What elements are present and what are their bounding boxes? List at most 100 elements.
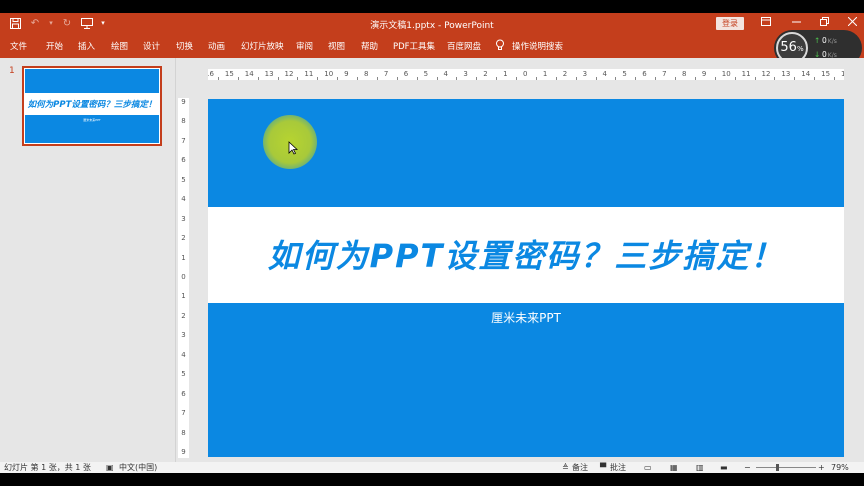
tab-transitions[interactable]: 切换	[176, 40, 193, 52]
ruler-tick-label: 13	[264, 70, 274, 78]
slide-thumbnail[interactable]: 如何为PPT设置密码？三步搞定！ 厘米未来PPT	[22, 66, 162, 146]
thumbnail-number: 1	[9, 66, 15, 76]
ruler-tick-label: 5	[622, 70, 627, 78]
ruler-tick-label: 2	[483, 70, 488, 78]
ruler-tick-mark	[754, 77, 756, 80]
ruler-tick-mark	[714, 77, 716, 80]
tab-help[interactable]: 帮助	[361, 40, 378, 52]
ruler-tick-label: 2	[181, 311, 186, 320]
ruler-tick-label: 3	[181, 214, 186, 223]
ruler-tick-label: 9	[181, 448, 186, 456]
language-indicator[interactable]: 中文(中国)	[119, 462, 157, 473]
ruler-tick-mark	[675, 77, 677, 80]
ruler-tick-label: 0	[523, 70, 528, 78]
slide-title[interactable]: 如何为PPT设置密码？三步搞定！	[208, 231, 844, 277]
ruler-tick-label: 12	[284, 70, 294, 78]
ruler-tick-mark	[416, 77, 418, 80]
normal-view-icon[interactable]: ▭	[644, 462, 652, 473]
horizontal-ruler[interactable]: 1615141312111098765432101234567891011121…	[208, 69, 844, 80]
zoom-slider[interactable]	[756, 467, 816, 468]
tab-pdf-tools[interactable]: PDF工具集	[393, 40, 435, 52]
vertical-ruler[interactable]: 9 8 7 6 5 4 3 2 1 0 1 2 3 4 5 6 7 8 9	[178, 98, 189, 458]
upload-unit: K/s	[827, 38, 837, 45]
tell-me-search[interactable]: 操作说明搜索	[512, 40, 563, 52]
tab-insert[interactable]: 插入	[78, 40, 95, 52]
ruler-tick-mark	[575, 77, 577, 80]
tab-review[interactable]: 审阅	[296, 40, 313, 52]
slideshow-view-icon[interactable]: ▬	[720, 462, 728, 473]
ruler-tick-mark	[555, 77, 557, 80]
notes-button[interactable]: 备注	[572, 462, 588, 473]
ruler-tick-mark	[317, 77, 319, 80]
tab-home[interactable]: 开始	[46, 40, 63, 52]
reading-view-icon[interactable]: ▥	[696, 462, 704, 473]
ruler-tick-mark	[635, 77, 637, 80]
login-button[interactable]: 登录	[716, 17, 744, 30]
ruler-tick-mark	[456, 77, 458, 80]
thumbnail-subtitle: 厘米未来PPT	[83, 118, 101, 122]
ruler-tick-mark	[774, 77, 776, 80]
tab-view[interactable]: 视图	[328, 40, 345, 52]
spellcheck-icon[interactable]: ▣	[106, 462, 114, 473]
zoom-slider-handle[interactable]	[776, 464, 779, 471]
ruler-tick-label: 9	[344, 70, 349, 78]
slide-count: 幻灯片 第 1 张，共 1 张	[4, 463, 91, 472]
tab-slideshow[interactable]: 幻灯片放映	[241, 40, 284, 52]
status-bar: 幻灯片 第 1 张，共 1 张 ▣ 中文(中国) ≜ 备注 ▀ 批注 ▭ ▦ ▥…	[0, 462, 864, 473]
ruler-tick-label: 4	[181, 350, 186, 359]
ruler-tick-label: 7	[662, 70, 667, 78]
mouse-pointer-icon	[288, 141, 298, 155]
ruler-tick-label: 3	[582, 70, 588, 78]
ruler-tick-label: 8	[181, 117, 186, 126]
thumbnail-background: 如何为PPT设置密码？三步搞定！ 厘米未来PPT	[25, 69, 159, 143]
slide-sorter-icon[interactable]: ▦	[670, 462, 678, 473]
ruler-tick-mark	[794, 77, 796, 80]
ruler-tick-label: 5	[423, 70, 429, 78]
tab-file[interactable]: 文件	[10, 40, 27, 52]
ruler-tick-mark	[357, 77, 359, 80]
ruler-tick-mark	[257, 77, 259, 80]
ruler-tick-mark	[834, 77, 836, 80]
comments-button[interactable]: 批注	[610, 462, 626, 473]
workspace: 1 如何为PPT设置密码？三步搞定！ 厘米未来PPT 1615141312111…	[0, 58, 864, 462]
notes-icon[interactable]: ≜	[562, 462, 569, 473]
tab-design[interactable]: 设计	[143, 40, 160, 52]
ruler-tick-label: 8	[682, 70, 687, 78]
speed-percent: 56	[780, 40, 797, 55]
speed-percent-unit: %	[796, 45, 804, 53]
ruler-tick-label: 14	[244, 70, 254, 78]
ribbon-display-options-icon[interactable]	[758, 16, 774, 32]
ruler-tick-label: 4	[602, 70, 607, 78]
zoom-in-icon[interactable]: +	[818, 462, 825, 473]
ruler-tick-mark	[237, 77, 239, 80]
ruler-tick-mark	[277, 77, 279, 80]
ruler-tick-mark	[436, 77, 438, 80]
tab-baidu-netdisk[interactable]: 百度网盘	[447, 40, 481, 52]
title-bar: ↶ ▾ ↻ ▾ 演示文稿1.pptx - PowerPoint 登录	[0, 13, 864, 35]
ruler-tick-mark	[734, 77, 736, 80]
ruler-tick-label: 4	[443, 70, 448, 78]
tab-animations[interactable]: 动画	[208, 40, 225, 52]
ruler-tick-label: 0	[181, 273, 186, 281]
ruler-tick-label: 15	[224, 70, 234, 78]
zoom-out-icon[interactable]: −	[744, 462, 751, 473]
slide-subtitle[interactable]: 厘米未来PPT	[208, 309, 844, 326]
ruler-tick-label: 2	[181, 234, 186, 243]
ruler-tick-label: 9	[701, 70, 707, 78]
ruler-tick-mark	[476, 77, 478, 80]
comments-icon[interactable]: ▀	[600, 462, 606, 473]
ruler-tick-label: 11	[304, 70, 314, 78]
ruler-tick-label: 1	[542, 70, 548, 78]
ruler-tick-mark	[535, 77, 537, 80]
upload-value: 0	[822, 36, 827, 45]
ruler-tick-label: 10	[324, 70, 334, 78]
ruler-tick-mark	[814, 77, 816, 80]
ruler-tick-label: 3	[463, 70, 468, 78]
ruler-tick-label: 16	[208, 70, 214, 78]
zoom-level[interactable]: 79%	[831, 462, 849, 473]
thumbnail-title: 如何为PPT设置密码？三步搞定！	[27, 100, 157, 110]
ruler-tick-mark	[516, 77, 518, 80]
ruler-tick-label: 5	[181, 175, 186, 184]
tab-draw[interactable]: 绘图	[111, 40, 128, 52]
ruler-tick-mark	[496, 77, 498, 80]
